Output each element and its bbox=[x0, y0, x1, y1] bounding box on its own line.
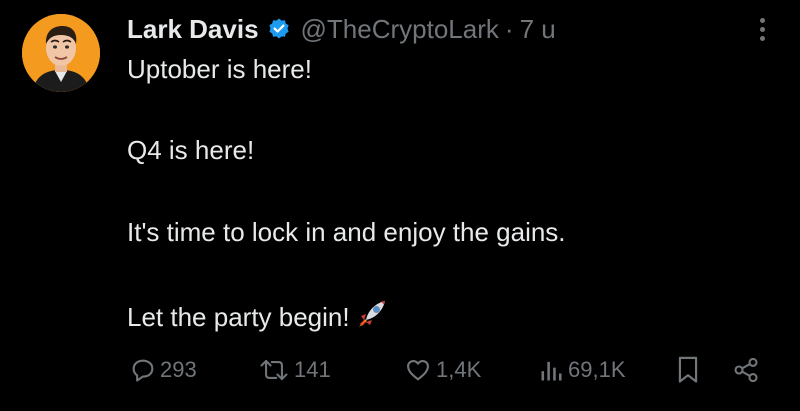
action-bar: 293 141 1,4K 69,1K bbox=[0, 350, 800, 390]
post-line-1: Uptober is here! bbox=[127, 54, 312, 84]
separator-dot: · bbox=[504, 13, 514, 44]
post-line-2: Q4 is here! bbox=[127, 135, 255, 165]
share-icon bbox=[732, 356, 760, 384]
like-count: 1,4K bbox=[436, 357, 482, 382]
post-line-4: Let the party begin! bbox=[127, 302, 350, 332]
repost-icon bbox=[257, 356, 291, 384]
rocket-emoji-icon bbox=[354, 298, 388, 332]
verified-badge-icon bbox=[267, 17, 291, 41]
views-button[interactable]: 69,1K bbox=[539, 350, 626, 390]
views-chart-icon bbox=[539, 356, 565, 384]
bookmark-button[interactable] bbox=[676, 350, 700, 390]
repost-count: 141 bbox=[294, 357, 331, 382]
reply-count: 293 bbox=[160, 357, 197, 382]
views-count: 69,1K bbox=[568, 357, 626, 382]
reply-icon bbox=[129, 356, 157, 384]
avatar[interactable] bbox=[22, 14, 100, 92]
like-button[interactable]: 1,4K bbox=[403, 350, 481, 390]
post-time[interactable]: 7 u bbox=[520, 14, 556, 45]
author-handle[interactable]: @TheCryptoLark bbox=[301, 14, 499, 45]
more-options-icon[interactable] bbox=[758, 18, 766, 46]
heart-icon bbox=[403, 356, 433, 384]
avatar-image bbox=[22, 14, 100, 92]
author-name[interactable]: Lark Davis bbox=[127, 14, 259, 45]
bookmark-icon bbox=[676, 355, 700, 385]
post-line-3: It's time to lock in and enjoy the gains… bbox=[127, 217, 566, 247]
repost-button[interactable]: 141 bbox=[257, 350, 331, 390]
post-line-4-container: Let the party begin! bbox=[127, 298, 388, 333]
tweet-header: Lark Davis @TheCryptoLark · 7 u bbox=[127, 12, 556, 46]
share-button[interactable] bbox=[732, 350, 760, 390]
tweet-card: Lark Davis @TheCryptoLark · 7 u Uptober … bbox=[0, 0, 800, 411]
reply-button[interactable]: 293 bbox=[129, 350, 197, 390]
